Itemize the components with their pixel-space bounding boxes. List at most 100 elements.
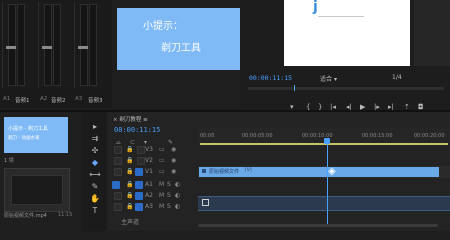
monitor-right-strip: [414, 0, 450, 66]
type-tool-icon[interactable]: T: [89, 206, 101, 216]
mixer-label-a2: A2: [40, 96, 48, 102]
pen-tool-icon[interactable]: ✎: [89, 182, 101, 192]
mixer-label-a1: A1: [3, 96, 11, 102]
program-timecode[interactable]: 00:00:11:15: [249, 74, 292, 82]
clip-label: 原始视频文件: [209, 169, 240, 175]
mute-icon[interactable]: M: [159, 203, 164, 210]
solo-icon[interactable]: S: [167, 203, 171, 210]
track-label-v3: V3: [145, 146, 153, 153]
chevron-down-icon: ▾: [333, 76, 337, 83]
playhead-line[interactable]: [327, 144, 328, 226]
eye-icon[interactable]: ◉: [171, 157, 176, 164]
target-a1[interactable]: [135, 181, 143, 189]
track-label-a3: A3: [145, 203, 153, 210]
lock-icon[interactable]: 🔒: [126, 146, 133, 153]
lock-icon[interactable]: 🔒: [126, 157, 133, 164]
clip-sublabel: [V]: [245, 168, 252, 173]
fader-knob-a2[interactable]: [42, 46, 52, 49]
mixer-channel-a1: [2, 2, 33, 88]
source-patch-a1[interactable]: [112, 181, 120, 189]
lock-icon[interactable]: 🔒: [126, 181, 133, 188]
track-header-v3: 🔒 V3 ▭ ◉: [109, 145, 197, 156]
timeline-scrollbar[interactable]: [198, 224, 438, 227]
solo-icon[interactable]: S: [167, 181, 171, 188]
ripple-edit-tool-icon[interactable]: ✣: [89, 146, 101, 156]
slip-tool-icon[interactable]: ⟷: [89, 170, 101, 180]
eye-icon[interactable]: ◉: [171, 168, 176, 175]
sync-icon[interactable]: ▭: [159, 168, 165, 175]
monitor-scrubber[interactable]: [248, 87, 444, 90]
fit-dropdown[interactable]: 适合 ▾: [320, 74, 337, 83]
program-monitor: j 00:00:11:15 适合 ▾ 1/4: [242, 0, 450, 112]
thumbnail-inner: [11, 175, 63, 205]
master-track-label: 主声道: [121, 219, 140, 226]
mic-icon[interactable]: ◐: [175, 181, 180, 188]
source-patch-a3[interactable]: [114, 203, 122, 211]
scrubber-playhead-icon[interactable]: [294, 85, 295, 91]
fader-knob-a1[interactable]: [6, 46, 16, 49]
source-patch-v1[interactable]: [114, 168, 122, 176]
track-label-v1: V1: [145, 168, 153, 175]
mixer-label-a3: A3: [75, 96, 83, 102]
source-patch-v2[interactable]: [114, 157, 122, 165]
mic-icon[interactable]: ◐: [175, 203, 180, 210]
lock-icon[interactable]: 🔒: [126, 168, 133, 175]
ruler-label-3: 00:00:15:00: [362, 133, 393, 139]
mute-icon[interactable]: M: [159, 192, 164, 199]
mixer-label-audio3: 音频3: [88, 98, 103, 104]
track-header-a3: 🔒 A3 M S ◐: [109, 202, 197, 213]
mic-icon[interactable]: ◐: [175, 192, 180, 199]
fader-knob-a3[interactable]: [78, 46, 88, 49]
project-clip-thumbnail[interactable]: 小提示 - 剃刀工具 剃刀 - 动画水果: [4, 117, 68, 153]
mixer-label-audio2: 音频2: [51, 98, 66, 104]
sync-icon[interactable]: ▭: [159, 146, 165, 153]
tip-body: 剃刀工具: [161, 43, 201, 54]
source-patch-v3[interactable]: [114, 146, 122, 154]
track-lane-a1[interactable]: [198, 196, 450, 211]
track-label-a2: A2: [145, 192, 153, 199]
lock-icon[interactable]: 🔒: [126, 203, 133, 210]
video-clip[interactable]: 原始视频文件 [V]: [199, 167, 439, 177]
audio-clip-marker[interactable]: [202, 199, 209, 206]
program-canvas: j: [284, 0, 410, 66]
canvas-guide: [318, 16, 364, 17]
ruler-label-0: 00:00: [200, 133, 215, 139]
source-patch-a2[interactable]: [114, 192, 122, 200]
razor-cursor-icon: ◈: [328, 166, 336, 177]
lock-icon[interactable]: 🔒: [126, 192, 133, 199]
audio-mixer-panel: A1 音频1 A2 音频2 A3 音频3: [0, 0, 112, 108]
project-item-count: 1 项: [4, 158, 14, 164]
track-select-tool-icon[interactable]: ⇉: [89, 134, 101, 144]
ruler-label-4: 00:00:20:00: [414, 133, 445, 139]
canvas-text: j: [313, 0, 318, 15]
hand-tool-icon[interactable]: ✋: [89, 194, 101, 204]
eye-icon[interactable]: ◉: [171, 146, 176, 153]
timeline-timecode[interactable]: 00:00:11:15: [114, 126, 160, 134]
project-panel: 小提示 - 剃刀工具 剃刀 - 动画水果 1 项 原始视频文件.mp4 11:1…: [0, 112, 78, 231]
mixer-label-audio1: 音频1: [15, 98, 30, 104]
target-v2[interactable]: [137, 157, 145, 165]
timeline-tab[interactable]: × 剃刀教程 ≡: [113, 115, 148, 123]
solo-icon[interactable]: S: [167, 192, 171, 199]
track-label-a1: A1: [145, 181, 153, 188]
sync-icon[interactable]: ▭: [159, 157, 165, 164]
selection-tool-icon[interactable]: ▸: [89, 122, 101, 132]
razor-tool-icon[interactable]: ◆: [89, 158, 101, 168]
tip-card: 小提示： 剃刀工具: [117, 8, 240, 70]
mute-icon[interactable]: M: [159, 181, 164, 188]
ruler-label-1: 00:00:05:00: [242, 133, 273, 139]
target-a2[interactable]: [135, 192, 143, 200]
target-v1[interactable]: [135, 168, 143, 176]
project-bottom-item[interactable]: 原始视频文件.mp4: [4, 212, 47, 219]
project-clip-thumbnail-2[interactable]: [4, 168, 70, 212]
track-header-a2: 🔒 A2 M S ◐: [109, 191, 197, 202]
track-label-v2: V2: [145, 157, 153, 164]
target-v3[interactable]: [137, 146, 145, 154]
target-a3[interactable]: [135, 203, 143, 211]
resolution-label[interactable]: 1/4: [392, 74, 402, 81]
thumbnail-title: 小提示 - 剃刀工具: [8, 126, 48, 132]
mixer-channel-a2: [38, 2, 69, 88]
fx-icon: [202, 169, 206, 173]
project-bottom-duration: 11:15: [58, 212, 73, 218]
track-header-v1: 🔒 V1 ▭ ◉: [109, 167, 197, 178]
